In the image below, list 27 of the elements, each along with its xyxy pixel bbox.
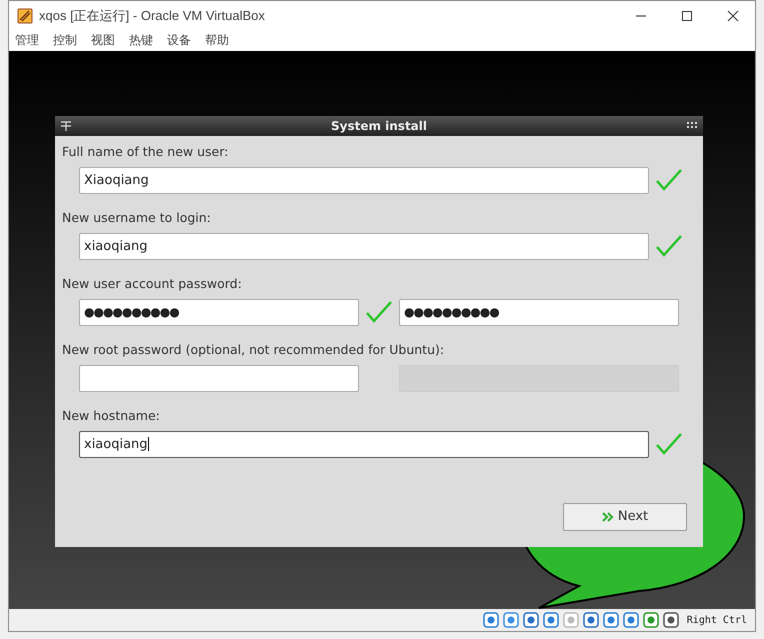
- input-field[interactable]: ●●●●●●●●●●: [399, 298, 679, 326]
- field-label: Full name of the new user:: [62, 144, 230, 161]
- menu-item[interactable]: 管理: [15, 32, 39, 50]
- grip-icon[interactable]: [687, 122, 697, 130]
- menu-item[interactable]: 帮助: [205, 32, 229, 50]
- app-icon: [17, 8, 33, 24]
- input-field[interactable]: ●●●●●●●●●●: [79, 298, 359, 326]
- double-chevron-icon: [602, 512, 614, 522]
- input-field[interactable]: xiaoqiang: [79, 430, 649, 458]
- input-field[interactable]: Xiaoqiang: [79, 166, 649, 194]
- field-label: New root password (optional, not recommended for Ubuntu):: [62, 342, 446, 359]
- menu-item[interactable]: 热键: [129, 32, 153, 50]
- menu-item[interactable]: 视图: [91, 32, 115, 50]
- field-label: New user account password:: [62, 276, 243, 293]
- menu-item[interactable]: 控制: [53, 32, 77, 50]
- input-field[interactable]: xiaoqiang: [79, 232, 649, 260]
- input-field[interactable]: [79, 364, 359, 392]
- field-label: New username to login:: [62, 210, 212, 227]
- next-button[interactable]: Next: [563, 502, 687, 531]
- pin-icon[interactable]: [61, 120, 71, 131]
- menu-item[interactable]: 设备: [167, 32, 191, 50]
- close-icon[interactable]: [727, 10, 739, 22]
- window-title: xqos [正在运行] - Oracle VM VirtualBox: [39, 6, 265, 25]
- field-label: New hostname:: [62, 408, 161, 425]
- dialog-title: System install: [330, 118, 428, 133]
- maximize-icon[interactable]: [681, 10, 693, 22]
- host-key-label: Right Ctrl: [686, 614, 747, 626]
